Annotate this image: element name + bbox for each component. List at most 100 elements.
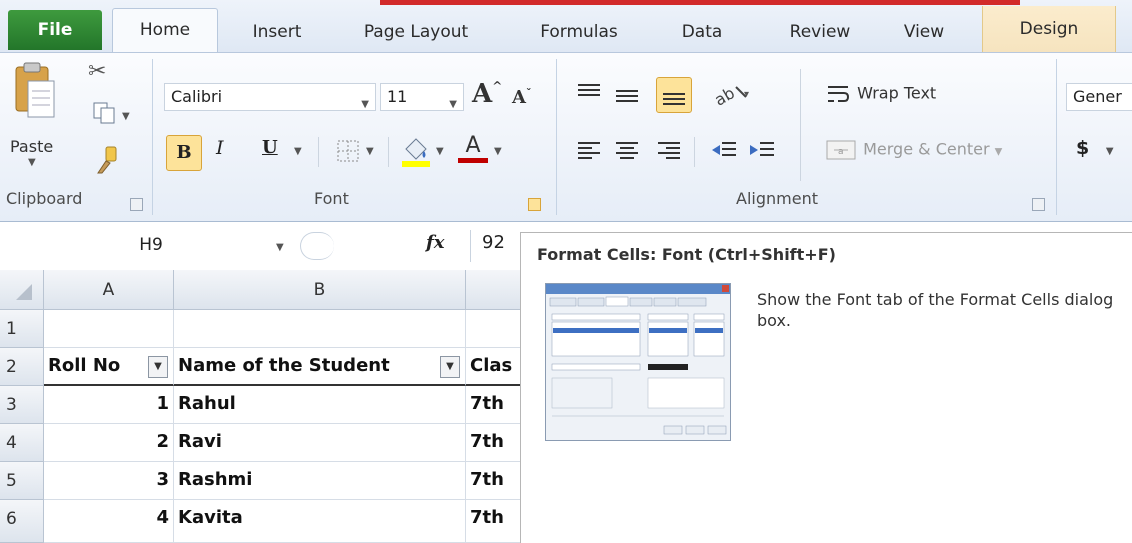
select-all-corner[interactable] [0, 270, 44, 310]
svg-text:a: a [838, 147, 844, 157]
align-middle-icon[interactable] [614, 83, 640, 111]
copy-icon[interactable] [92, 101, 118, 127]
font-size-combobox[interactable]: 11 ▼ [380, 83, 464, 111]
merge-center-button[interactable]: a Merge & Center ▼ [826, 139, 1002, 161]
align-bottom-icon [663, 93, 685, 105]
insert-function-button[interactable]: fx [426, 232, 444, 253]
shrink-font-button[interactable]: Aˇ [512, 87, 531, 108]
header-label: Name of the Student [178, 355, 390, 376]
align-left-icon[interactable] [576, 139, 602, 167]
decrease-indent-icon[interactable] [710, 139, 738, 167]
clipboard-dialog-launcher[interactable] [130, 198, 143, 211]
bold-label: B [176, 142, 192, 163]
tab-view[interactable]: View [886, 14, 962, 50]
screentip-popup: Format Cells: Font (Ctrl+Shift+F) Show t… [520, 232, 1132, 543]
tab-review[interactable]: Review [772, 14, 868, 50]
tab-home[interactable]: Home [112, 8, 218, 52]
header-label: Roll No [48, 355, 121, 376]
paste-button[interactable]: Paste ▼ [8, 61, 64, 168]
cell[interactable]: 4 [44, 500, 174, 543]
tab-file[interactable]: File [8, 10, 102, 50]
underline-dropdown-arrow[interactable]: ▼ [294, 146, 302, 157]
tab-formulas[interactable]: Formulas [524, 14, 634, 50]
format-cells-dialog-preview [545, 283, 731, 441]
chevron-down-icon: ▼ [994, 146, 1003, 158]
align-bottom-button[interactable] [656, 77, 692, 113]
row-header[interactable]: 5 [0, 462, 44, 500]
format-painter-icon[interactable] [92, 145, 122, 175]
paste-dropdown-arrow[interactable]: ▼ [28, 157, 36, 168]
align-right-icon[interactable] [656, 139, 682, 167]
column-header-a[interactable]: A [44, 270, 174, 310]
wrap-text-icon [828, 86, 850, 102]
cell[interactable] [44, 310, 174, 348]
underline-button[interactable]: U [262, 137, 278, 158]
chevron-down-icon: ▼ [361, 99, 369, 110]
shrink-font-label: A [512, 87, 526, 108]
font-name-combobox[interactable]: Calibri ▼ [164, 83, 376, 111]
align-center-icon[interactable] [614, 139, 640, 167]
font-size-value: 11 [387, 87, 408, 106]
filter-dropdown-button[interactable]: ▼ [440, 356, 460, 378]
merge-center-label: Merge & Center [863, 139, 990, 159]
tab-page-layout[interactable]: Page Layout [346, 14, 486, 50]
filter-dropdown-button[interactable]: ▼ [148, 356, 168, 378]
name-box-dropdown-arrow[interactable]: ▼ [276, 242, 284, 253]
wrap-text-button[interactable]: Wrap Text [826, 83, 936, 105]
merge-center-icon: a [826, 140, 856, 160]
paste-label: Paste [10, 137, 54, 156]
worksheet-grid: A B 1 2 3 4 5 6 Roll No ▼ Name of the St… [0, 270, 530, 543]
column-header-b[interactable]: B [174, 270, 466, 310]
cell[interactable]: Rashmi [174, 462, 466, 500]
alignment-group-label: Alignment [736, 189, 818, 208]
clipboard-group-label: Clipboard [6, 189, 83, 208]
cell[interactable]: Ravi [174, 424, 466, 462]
font-color-button[interactable]: A [458, 133, 488, 163]
row-header[interactable]: 2 [0, 348, 44, 386]
orientation-icon[interactable]: ab ▾ [711, 79, 752, 111]
align-top-icon[interactable] [576, 81, 602, 109]
formula-bar-handle[interactable] [300, 232, 334, 260]
cell[interactable]: 3 [44, 462, 174, 500]
fill-color-dropdown-arrow[interactable]: ▼ [436, 146, 444, 157]
italic-button[interactable]: I [216, 137, 224, 159]
cut-icon[interactable]: ✂ [88, 59, 118, 89]
font-color-dropdown-arrow[interactable]: ▼ [494, 146, 502, 157]
tab-design[interactable]: Design [982, 6, 1116, 52]
fx-icon: fx [426, 232, 445, 253]
formula-input[interactable]: 92 [482, 232, 505, 253]
italic-label: I [216, 137, 224, 159]
cell[interactable]: 2 [44, 424, 174, 462]
ribbon-tab-bar: File Home Insert Page Layout Formulas Da… [0, 0, 1132, 52]
tab-insert[interactable]: Insert [232, 14, 322, 50]
alignment-dialog-launcher[interactable] [1032, 198, 1045, 211]
borders-dropdown-arrow[interactable]: ▼ [366, 146, 374, 157]
name-box[interactable]: H9 [6, 230, 296, 260]
bold-button[interactable]: B [166, 135, 202, 171]
fill-color-icon[interactable] [400, 135, 432, 173]
ribbon-home: Paste ▼ ✂ ▼ Clipboard Calibri ▼ 11 ▼ A^ … [0, 52, 1132, 283]
cell[interactable]: Kavita [174, 500, 466, 543]
row-header[interactable]: 3 [0, 386, 44, 424]
cell[interactable]: Rahul [174, 386, 466, 424]
currency-button[interactable]: $ ▼ [1076, 137, 1114, 159]
font-color-label: A [465, 133, 481, 158]
tab-data[interactable]: Data [662, 14, 742, 50]
group-separator [556, 59, 557, 215]
increase-indent-icon[interactable] [748, 139, 776, 167]
grow-font-button[interactable]: A^ [472, 79, 502, 109]
table-header-cell[interactable]: Name of the Student [174, 348, 466, 386]
row-header[interactable]: 4 [0, 424, 44, 462]
cell[interactable]: 1 [44, 386, 174, 424]
borders-icon[interactable] [336, 139, 360, 167]
row-header[interactable]: 1 [0, 310, 44, 348]
underline-label: U [262, 137, 278, 158]
copy-dropdown-arrow[interactable]: ▼ [122, 111, 130, 122]
separator [800, 69, 801, 181]
cell[interactable] [174, 310, 466, 348]
row-header[interactable]: 6 [0, 500, 44, 543]
number-format-combobox[interactable]: Gener [1066, 83, 1132, 111]
wrap-text-label: Wrap Text [857, 83, 937, 103]
grow-font-label: A [472, 79, 493, 109]
font-dialog-launcher[interactable] [528, 198, 541, 211]
